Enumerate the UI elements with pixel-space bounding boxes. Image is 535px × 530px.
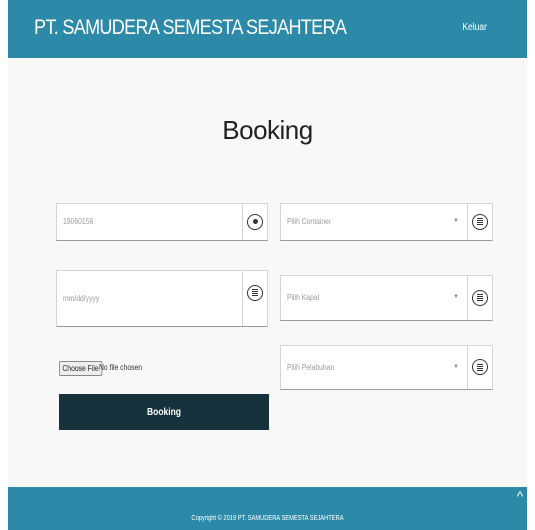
- ship-select[interactable]: Pilih Kapal ▼: [280, 275, 493, 321]
- page-title: Booking: [222, 115, 313, 145]
- booking-id-value: 19060156: [63, 217, 94, 226]
- list-icon-wrap[interactable]: [467, 204, 492, 240]
- list-icon-wrap[interactable]: [467, 276, 492, 320]
- container-select-label: Pilih Container: [287, 217, 332, 226]
- copyright-text: Copyright © 2019 PT. SAMUDERA SEMESTA SE…: [191, 515, 344, 522]
- top-navbar: PT. SAMUDERA SEMESTA SEJAHTERA Keluar: [8, 0, 527, 58]
- date-field[interactable]: mm/dd/yyyy: [56, 270, 268, 327]
- list-icon: [472, 213, 488, 230]
- choose-file-button[interactable]: Choose File: [59, 361, 103, 376]
- date-placeholder: mm/dd/yyyy: [63, 294, 100, 303]
- list-icon-wrap[interactable]: [467, 346, 492, 389]
- chevron-down-icon: ▼: [453, 294, 459, 300]
- calendar-icon-wrap[interactable]: [242, 271, 267, 326]
- calendar-icon: [247, 284, 263, 301]
- target-icon-wrap[interactable]: [242, 204, 267, 240]
- logout-link[interactable]: Keluar: [462, 22, 487, 33]
- port-select[interactable]: Pilih Pelabuhan ▼: [280, 345, 493, 390]
- container-select[interactable]: Pilih Container ▼: [280, 203, 493, 241]
- chevron-down-icon: ▼: [453, 218, 459, 224]
- footer: Copyright © 2019 PT. SAMUDERA SEMESTA SE…: [8, 487, 527, 530]
- brand-title: PT. SAMUDERA SEMESTA SEJAHTERA: [34, 16, 347, 39]
- list-icon: [472, 359, 488, 375]
- page-background: [8, 0, 527, 530]
- booking-id-field[interactable]: 19060156: [56, 203, 268, 241]
- target-icon: [247, 213, 263, 230]
- file-status: No file chosen: [99, 363, 143, 372]
- chevron-down-icon: ▼: [453, 363, 459, 370]
- list-icon: [472, 289, 488, 306]
- ship-select-label: Pilih Kapal: [287, 293, 320, 302]
- port-select-label: Pilih Pelabuhan: [287, 363, 335, 372]
- scroll-to-top-icon[interactable]: ^: [513, 487, 527, 507]
- booking-submit-button[interactable]: Booking: [59, 394, 269, 430]
